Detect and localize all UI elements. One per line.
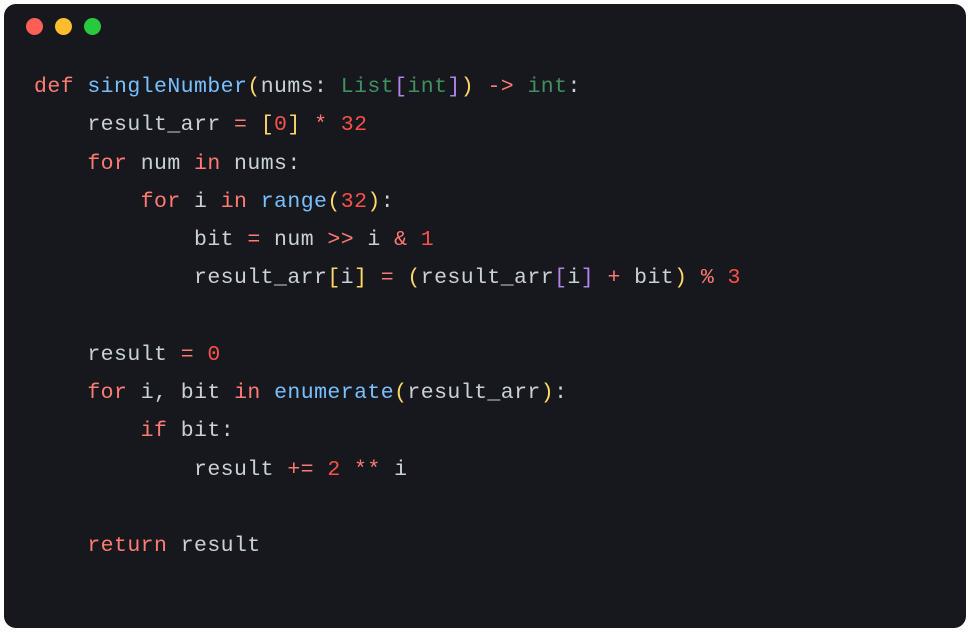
builtin-range: range — [261, 190, 328, 214]
colon4: : — [381, 190, 394, 214]
colon3: : — [287, 152, 300, 176]
bracket-close-3: ] — [354, 266, 367, 290]
var-result-arr-3: result_arr — [421, 266, 554, 290]
paren-open: ( — [247, 75, 260, 99]
paren-close-2: ) — [367, 190, 380, 214]
var-result-3: result — [181, 534, 261, 558]
var-result: result — [87, 343, 167, 367]
op-assign-3: = — [381, 266, 394, 290]
bracket-close-4: ] — [581, 266, 594, 290]
code-block: def singleNumber(nums: List[int]) -> int… — [4, 48, 966, 593]
num-1: 1 — [421, 228, 434, 252]
paren-open-4: ( — [394, 381, 407, 405]
type-list: List — [341, 75, 394, 99]
op-plus: + — [607, 266, 620, 290]
keyword-return: return — [87, 534, 167, 558]
var-bit-4: bit — [181, 419, 221, 443]
keyword-for-3: for — [87, 381, 127, 405]
colon: : — [314, 75, 327, 99]
var-result-arr: result_arr — [87, 113, 220, 137]
num-32: 32 — [341, 113, 368, 137]
func-name: singleNumber — [87, 75, 247, 99]
param-nums: nums — [261, 75, 314, 99]
keyword-in-2: in — [221, 190, 248, 214]
var-result-arr-2: result_arr — [194, 266, 327, 290]
keyword-in: in — [194, 152, 221, 176]
close-icon[interactable] — [26, 18, 43, 35]
var-i-4: i — [567, 266, 580, 290]
builtin-enumerate: enumerate — [274, 381, 394, 405]
bracket-close-2: ] — [287, 113, 300, 137]
paren-close-3: ) — [674, 266, 687, 290]
keyword-for: for — [87, 152, 127, 176]
arrow: -> — [487, 75, 514, 99]
paren-close: ) — [461, 75, 474, 99]
comma: , — [154, 381, 167, 405]
keyword-if: if — [141, 419, 168, 443]
var-nums-2: nums — [234, 152, 287, 176]
var-bit-2: bit — [634, 266, 674, 290]
op-star: * — [314, 113, 327, 137]
var-i-5: i — [141, 381, 154, 405]
var-i: i — [194, 190, 207, 214]
op-assign-4: = — [181, 343, 194, 367]
bracket-open-3: [ — [327, 266, 340, 290]
num-0: 0 — [274, 113, 287, 137]
minimize-icon[interactable] — [55, 18, 72, 35]
num-0-2: 0 — [207, 343, 220, 367]
var-num: num — [141, 152, 181, 176]
titlebar — [4, 4, 966, 48]
var-bit: bit — [194, 228, 234, 252]
var-i-2: i — [367, 228, 380, 252]
var-result-2: result — [194, 458, 274, 482]
bracket-close: ] — [447, 75, 460, 99]
colon5: : — [554, 381, 567, 405]
colon6: : — [221, 419, 234, 443]
num-3: 3 — [728, 266, 741, 290]
op-pluseq: += — [287, 458, 314, 482]
op-rshift: >> — [327, 228, 354, 252]
var-i-3: i — [341, 266, 354, 290]
bracket-open: [ — [394, 75, 407, 99]
keyword-in-3: in — [234, 381, 261, 405]
colon2: : — [567, 75, 580, 99]
paren-open-2: ( — [327, 190, 340, 214]
var-result-arr-4: result_arr — [407, 381, 540, 405]
bracket-open-4: [ — [554, 266, 567, 290]
paren-close-4: ) — [541, 381, 554, 405]
var-bit-3: bit — [181, 381, 221, 405]
var-i-6: i — [394, 458, 407, 482]
op-assign-2: = — [247, 228, 260, 252]
zoom-icon[interactable] — [84, 18, 101, 35]
op-mod: % — [701, 266, 714, 290]
bracket-open-2: [ — [261, 113, 274, 137]
num-2: 2 — [327, 458, 340, 482]
keyword-def: def — [34, 75, 74, 99]
type-int: int — [407, 75, 447, 99]
num-32-2: 32 — [341, 190, 368, 214]
ret-int: int — [527, 75, 567, 99]
code-window: def singleNumber(nums: List[int]) -> int… — [4, 4, 966, 628]
op-amp: & — [394, 228, 407, 252]
keyword-for-2: for — [141, 190, 181, 214]
op-pow: ** — [354, 458, 381, 482]
op-assign: = — [234, 113, 247, 137]
var-num-2: num — [274, 228, 314, 252]
paren-open-3: ( — [407, 266, 420, 290]
